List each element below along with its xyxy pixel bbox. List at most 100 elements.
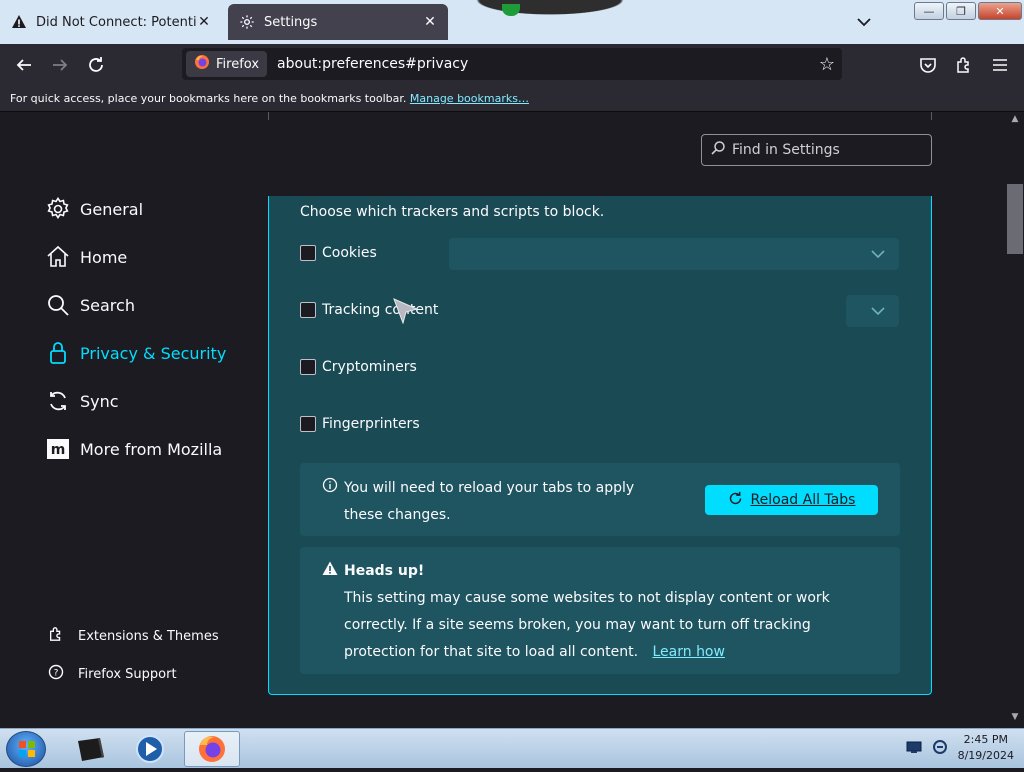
minimize-button[interactable]: — <box>914 2 944 20</box>
fingerprinters-checkbox-row[interactable]: Fingerprinters <box>300 416 420 432</box>
clock-date: 8/19/2024 <box>957 749 1014 762</box>
mozilla-icon: m <box>46 437 70 461</box>
cryptominers-checkbox[interactable] <box>300 359 316 375</box>
url-bar[interactable]: Firefox about:preferences#privacy ☆ <box>182 48 842 80</box>
category-sync[interactable]: Sync <box>46 386 119 416</box>
settings-search-input[interactable]: Find in Settings <box>701 134 932 166</box>
windows-logo-icon <box>19 741 35 757</box>
bookmarks-toolbar-message: For quick access, place your bookmarks h… <box>10 92 407 105</box>
close-window-button[interactable]: ✕ <box>978 2 1022 20</box>
search-icon <box>710 140 726 160</box>
checkbox-label: Tracking content <box>322 302 439 318</box>
clock-time: 2:45 PM <box>963 733 1008 746</box>
sync-icon <box>46 389 70 413</box>
firefox-logo-icon <box>199 736 225 762</box>
category-label: Search <box>80 295 135 315</box>
category-more-from-mozilla[interactable]: m More from Mozilla <box>46 434 222 464</box>
reload-notice-text-row: You will need to reload your tabs to app… <box>322 475 662 529</box>
window-controls: — ❐ ✕ <box>914 2 1022 20</box>
extensions-themes-link[interactable]: Extensions & Themes <box>48 625 219 647</box>
footer-link-label: Extensions & Themes <box>78 628 219 644</box>
cookies-type-select[interactable] <box>449 238 899 270</box>
category-search[interactable]: Search <box>46 290 135 320</box>
warning-heading: Heads up! <box>322 561 424 580</box>
volume-icon[interactable] <box>932 739 948 758</box>
tracking-content-checkbox[interactable] <box>300 302 316 318</box>
pocket-button[interactable] <box>914 52 942 78</box>
puzzle-icon <box>48 626 64 646</box>
system-clock[interactable]: 2:45 PM 8/19/2024 <box>958 732 1014 764</box>
category-privacy-security[interactable]: Privacy & Security <box>46 338 226 368</box>
home-icon <box>46 245 70 269</box>
tracking-content-select[interactable] <box>846 295 899 327</box>
warning-title: Heads up! <box>344 562 425 579</box>
chevron-down-icon <box>871 306 885 315</box>
settings-search-placeholder: Find in Settings <box>732 142 840 158</box>
scroll-up-arrow-icon[interactable]: ▲ <box>1008 114 1022 128</box>
system-tray: 2:45 PM 8/19/2024 <box>906 732 1014 764</box>
warning-icon <box>322 561 338 580</box>
forward-arrow-icon <box>53 59 68 71</box>
reload-all-tabs-button[interactable]: Reload All Tabs <box>705 485 878 515</box>
url-text[interactable]: about:preferences#privacy <box>277 56 812 72</box>
tab-strip: Did Not Connect: Potential Security Issu… <box>0 0 1024 44</box>
firefox-support-link[interactable]: ? Firefox Support <box>48 663 177 685</box>
gear-icon <box>238 13 256 31</box>
network-icon[interactable] <box>906 740 922 757</box>
scrollbar-thumb[interactable] <box>1007 184 1023 254</box>
custom-tracking-panel: Choose which trackers and scripts to blo… <box>268 196 932 695</box>
identity-box[interactable]: Firefox <box>186 51 268 77</box>
start-button[interactable] <box>6 731 46 767</box>
reload-all-tabs-label: Reload All Tabs <box>750 492 856 508</box>
checkbox-label: Cryptominers <box>322 359 417 375</box>
tab-close-button[interactable]: ✕ <box>196 14 212 30</box>
info-icon <box>322 476 338 529</box>
back-arrow-icon <box>16 59 31 71</box>
firefox-logo-icon <box>194 54 210 74</box>
title-bar-decoration <box>450 0 650 20</box>
search-icon <box>46 293 70 317</box>
puzzle-icon <box>957 57 969 73</box>
gear-icon <box>46 197 70 221</box>
lock-icon <box>46 341 70 365</box>
manage-bookmarks-link[interactable]: Manage bookmarks… <box>410 92 529 105</box>
scroll-down-arrow-icon[interactable]: ▼ <box>1008 712 1022 726</box>
tab-settings[interactable]: Settings ✕ <box>228 4 448 40</box>
chevron-down-icon <box>857 18 871 27</box>
category-general[interactable]: General <box>46 194 143 224</box>
svg-text:?: ? <box>54 669 59 679</box>
taskbar-app-media-player[interactable] <box>122 731 178 767</box>
taskbar-app-terminal[interactable] <box>62 731 118 767</box>
category-home[interactable]: Home <box>46 242 127 272</box>
cryptominers-checkbox-row[interactable]: Cryptominers <box>300 359 417 375</box>
tab-connection-error[interactable]: Did Not Connect: Potential Security Issu… <box>0 4 222 40</box>
tab-close-button[interactable]: ✕ <box>422 14 438 30</box>
fingerprinters-checkbox[interactable] <box>300 416 316 432</box>
cookies-checkbox[interactable] <box>300 245 316 261</box>
category-label: Sync <box>80 391 119 411</box>
footer-link-label: Firefox Support <box>78 666 177 682</box>
app-menu-button[interactable] <box>986 52 1014 78</box>
back-button[interactable] <box>10 52 38 78</box>
bookmarks-toolbar: For quick access, place your bookmarks h… <box>0 86 1024 112</box>
cookies-checkbox-row[interactable]: Cookies <box>300 245 377 261</box>
extensions-button[interactable] <box>950 52 978 78</box>
help-icon: ? <box>48 664 64 684</box>
media-player-icon <box>136 735 164 763</box>
reload-tabs-notice: You will need to reload your tabs to app… <box>300 463 900 536</box>
list-all-tabs-button[interactable] <box>852 12 876 32</box>
identity-label: Firefox <box>216 56 260 72</box>
learn-how-link[interactable]: Learn how <box>652 644 724 660</box>
bookmark-star-icon[interactable]: ☆ <box>812 54 842 75</box>
reload-button[interactable] <box>82 52 110 78</box>
checkbox-label: Fingerprinters <box>322 416 420 432</box>
chevron-down-icon <box>871 249 885 258</box>
forward-button[interactable] <box>46 52 74 78</box>
category-label: More from Mozilla <box>80 439 223 459</box>
settings-page: Find in Settings General Home Search Pri… <box>0 112 1024 728</box>
taskbar-app-firefox[interactable] <box>184 731 240 767</box>
panel-border-line <box>268 112 269 120</box>
os-taskbar: 2:45 PM 8/19/2024 <box>0 728 1024 768</box>
maximize-button[interactable]: ❐ <box>946 2 976 20</box>
reload-icon <box>89 57 103 72</box>
